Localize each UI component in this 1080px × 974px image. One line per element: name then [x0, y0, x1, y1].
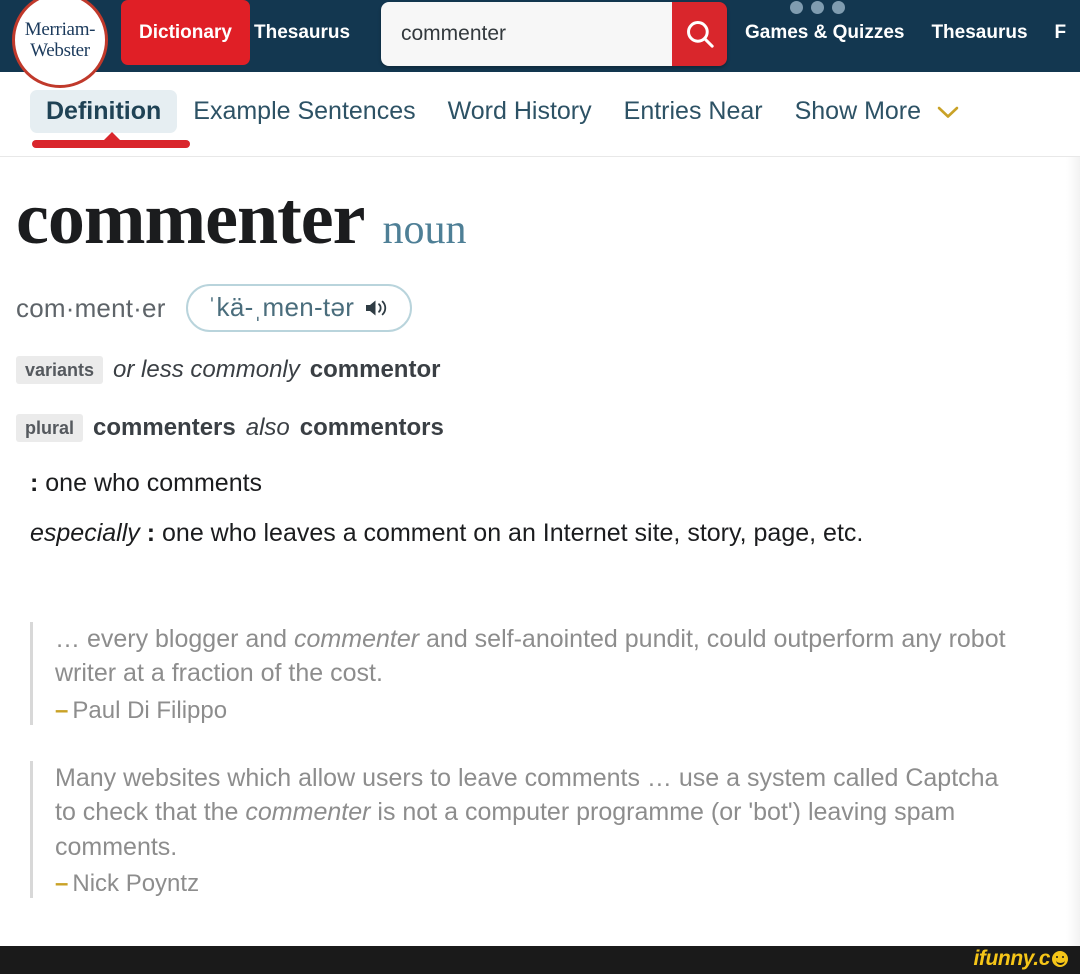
pronunciation-text: ˈkä-ˌmen-tər	[207, 292, 355, 322]
sense-definition-1: : one who comments	[30, 466, 1020, 500]
nav-tab-thesaurus[interactable]: Thesaurus	[254, 0, 350, 65]
quotation-attribution-1: – Paul Di Filippo	[55, 697, 1015, 725]
tab-definition[interactable]: Definition	[30, 90, 178, 133]
attribution-dash-2: –	[55, 869, 69, 897]
plural-form-secondary: commentors	[299, 414, 444, 441]
nav-tab-dictionary[interactable]: Dictionary	[121, 0, 250, 65]
app-screen: Merriam- Webster Dictionary Thesaurus Ga…	[0, 0, 1080, 974]
status-dots-indicator	[790, 1, 845, 14]
active-tab-underline	[32, 140, 190, 148]
nav-link-features-truncated[interactable]: F	[1055, 22, 1067, 44]
quotation-block-2: Many websites which allow users to leave…	[30, 761, 1015, 898]
syllabification: com·ment·er	[16, 292, 166, 323]
quotation-text-2: Many websites which allow users to leave…	[55, 761, 1015, 864]
plural-row: plural commenters also commentors	[16, 414, 444, 442]
sense-text-1: one who comments	[45, 469, 263, 497]
quotation-text-1: … every blogger and commenter and self-a…	[55, 622, 1015, 691]
search-input[interactable]	[381, 2, 672, 66]
pronunciation-row: com·ment·er ˈkä-ˌmen-tər	[16, 284, 413, 332]
bottom-bar: ifunny.c	[0, 946, 1080, 974]
tab-word-history[interactable]: Word History	[432, 90, 608, 133]
variants-qualifier: or less commonly	[113, 356, 300, 383]
chevron-down-icon	[937, 106, 959, 118]
logo-line-2: Webster	[30, 40, 90, 61]
logo-line-1: Merriam-	[24, 19, 96, 40]
tab-list: Definition Example Sentences Word Histor…	[30, 90, 975, 133]
sense-colon-2: :	[146, 519, 156, 547]
tab-show-more-label: Show More	[794, 97, 922, 125]
smiley-face-icon	[1052, 951, 1068, 967]
sense-colon-1: :	[30, 469, 39, 497]
sense-definition-2: especially : one who leaves a comment on…	[30, 516, 1020, 550]
quotation-attribution-2: – Nick Poyntz	[55, 870, 1015, 898]
search-bar	[381, 2, 727, 66]
part-of-speech: noun	[382, 207, 467, 253]
attribution-name-2: Nick Poyntz	[72, 869, 200, 897]
plural-form-primary: commenters	[93, 414, 236, 441]
dot-3	[832, 1, 845, 14]
dot-2	[811, 1, 824, 14]
pronunciation-audio-button[interactable]: ˈkä-ˌmen-tər	[185, 284, 413, 332]
plural-connector: also	[245, 414, 290, 441]
speaker-icon	[366, 300, 387, 315]
page-title: commenter	[16, 178, 365, 260]
nav-link-games-quizzes[interactable]: Games & Quizzes	[745, 22, 904, 44]
sense-label-2: especially	[30, 519, 140, 547]
ifunny-watermark: ifunny.c	[973, 947, 1068, 971]
quotation-1-part1: … every blogger and	[55, 625, 295, 653]
entry-content: commenter noun com·ment·er ˈkä-ˌmen-tər …	[0, 156, 1080, 946]
tab-entries-near[interactable]: Entries Near	[608, 90, 779, 133]
entry-header: commenter noun	[16, 182, 466, 256]
variants-row: variants or less commonly commentor	[16, 356, 440, 384]
variants-chip: variants	[16, 356, 104, 384]
variants-form: commentor	[309, 356, 441, 383]
nav-link-thesaurus[interactable]: Thesaurus	[931, 22, 1027, 44]
quotation-2-italic: commenter	[245, 798, 371, 827]
entry-section-tabbar: Definition Example Sentences Word Histor…	[0, 72, 1080, 157]
attribution-name-1: Paul Di Filippo	[72, 696, 228, 724]
dot-1	[790, 1, 803, 14]
search-icon	[686, 21, 714, 48]
tab-show-more[interactable]: Show More	[779, 90, 975, 133]
watermark-text: ifunny.c	[973, 947, 1050, 970]
top-navigation-bar: Merriam- Webster Dictionary Thesaurus Ga…	[0, 0, 1080, 88]
active-tab-notch	[103, 132, 121, 141]
attribution-dash-1: –	[55, 696, 69, 724]
quotation-1-italic: commenter	[294, 625, 420, 653]
tab-example-sentences[interactable]: Example Sentences	[177, 90, 431, 133]
sense-text-2: one who leaves a comment on an Internet …	[162, 519, 864, 547]
panel-right-edge	[1066, 156, 1080, 946]
quotation-block-1: … every blogger and commenter and self-a…	[30, 622, 1015, 725]
search-submit-button[interactable]	[672, 2, 727, 66]
plural-chip: plural	[16, 414, 84, 442]
